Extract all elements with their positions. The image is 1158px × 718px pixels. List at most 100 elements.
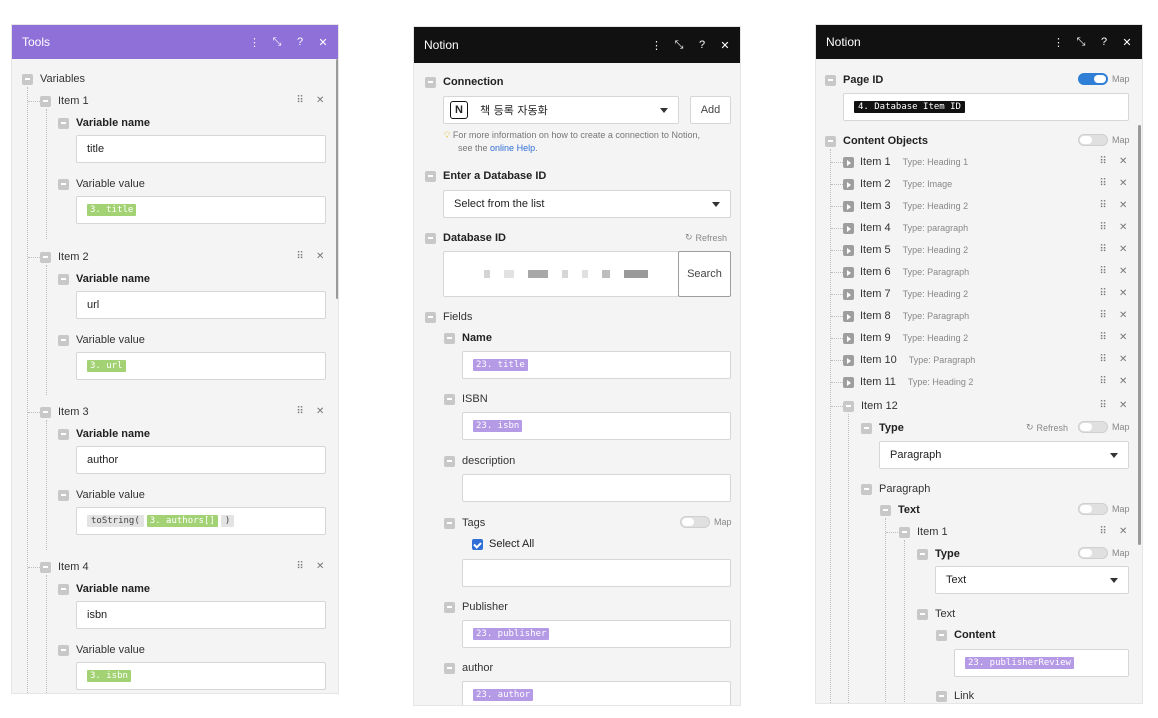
remove-icon[interactable]: ✕ (1119, 526, 1127, 537)
online-help-link[interactable]: online Help (490, 143, 535, 153)
content-input[interactable]: 23. publisherReview (954, 649, 1129, 677)
variable-name-input[interactable]: title (76, 135, 326, 163)
remove-icon[interactable]: ✕ (1119, 222, 1127, 233)
scrollbar[interactable] (336, 59, 338, 299)
list-item[interactable]: Item 8 Type: Paragraph (843, 310, 969, 322)
close-icon[interactable]: ✕ (720, 39, 730, 52)
drag-handle-icon[interactable]: ⠿ (1099, 222, 1107, 233)
collapse-checkbox[interactable] (861, 483, 872, 495)
collapse-checkbox[interactable] (917, 548, 928, 560)
list-item[interactable]: Item 11 Type: Heading 2 (843, 376, 973, 388)
scrollbar[interactable] (1138, 125, 1141, 545)
collapse-checkbox[interactable] (861, 422, 872, 434)
enter-db-select[interactable]: Select from the list (443, 190, 731, 218)
mapped-value-pill[interactable]: 4. Database Item ID (854, 101, 965, 113)
remove-icon[interactable]: ✕ (1119, 288, 1127, 299)
expand-icon[interactable] (843, 156, 854, 168)
list-item[interactable]: Item 6 Type: Paragraph (843, 266, 969, 278)
remove-icon[interactable]: ✕ (1119, 354, 1127, 365)
help-icon[interactable]: ? (295, 36, 305, 48)
variable-value-input[interactable]: 3. isbn (76, 662, 326, 690)
collapse-checkbox[interactable] (58, 489, 69, 501)
isbn-input[interactable]: 23. isbn (462, 412, 731, 440)
expand-icon[interactable] (843, 376, 854, 388)
list-item[interactable]: Item 3 (40, 406, 89, 418)
description-input[interactable] (462, 474, 731, 502)
drag-handle-icon[interactable]: ⠿ (1099, 156, 1107, 167)
list-item[interactable]: Item 10 Type: Paragraph (843, 354, 975, 366)
collapse-checkbox[interactable] (936, 629, 947, 641)
variable-name-input[interactable]: isbn (76, 601, 326, 629)
collapse-checkbox[interactable] (425, 232, 436, 244)
remove-icon[interactable]: ✕ (1119, 400, 1127, 411)
function-pill[interactable]: toString( (87, 515, 144, 527)
drag-handle-icon[interactable]: ⠿ (1099, 332, 1107, 343)
list-item[interactable]: Item 1 Type: Heading 1 (843, 156, 968, 168)
drag-handle-icon[interactable]: ⠿ (1099, 244, 1107, 255)
mapped-value-pill[interactable]: 3. url (87, 360, 126, 372)
collapse-checkbox[interactable] (936, 690, 947, 702)
author-input[interactable]: 23. author (462, 681, 731, 705)
drag-handle-icon[interactable]: ⠿ (1099, 178, 1107, 189)
collapse-checkbox[interactable] (58, 117, 69, 129)
list-item[interactable]: Item 4 Type: paragraph (843, 222, 968, 234)
list-item[interactable]: Item 3 Type: Heading 2 (843, 200, 968, 212)
mapped-value-pill[interactable]: 23. title (473, 359, 528, 371)
collapse-checkbox[interactable] (58, 583, 69, 595)
remove-icon[interactable]: ✕ (1119, 376, 1127, 387)
collapse-checkbox[interactable] (825, 135, 836, 147)
remove-icon[interactable]: ✕ (1119, 156, 1127, 167)
map-toggle[interactable] (1078, 503, 1108, 515)
remove-icon[interactable]: ✕ (316, 95, 324, 106)
collapse-checkbox[interactable] (843, 400, 854, 412)
list-item[interactable]: Item 7 Type: Heading 2 (843, 288, 968, 300)
drag-handle-icon[interactable]: ⠿ (296, 251, 304, 262)
page-id-input[interactable]: 4. Database Item ID (843, 93, 1129, 121)
map-toggle[interactable] (1078, 547, 1108, 559)
mapped-value-pill[interactable]: 23. publisherReview (965, 657, 1074, 669)
map-toggle[interactable] (1078, 421, 1108, 433)
expand-icon[interactable] (843, 354, 854, 366)
close-icon[interactable]: ✕ (318, 36, 328, 49)
text-type-select[interactable]: Text (935, 566, 1129, 594)
collapse-checkbox[interactable] (444, 662, 455, 674)
refresh-button[interactable]: ↻ Refresh (685, 232, 727, 243)
connection-select[interactable]: N 책 등록 자동화 (443, 96, 679, 124)
drag-handle-icon[interactable]: ⠿ (296, 95, 304, 106)
remove-icon[interactable]: ✕ (316, 561, 324, 572)
expand-icon[interactable] (843, 332, 854, 344)
publisher-input[interactable]: 23. publisher (462, 620, 731, 648)
collapse-checkbox[interactable] (58, 178, 69, 190)
type-select[interactable]: Paragraph (879, 441, 1129, 469)
mapped-value-pill[interactable]: 3. title (87, 204, 137, 216)
variable-name-input[interactable]: url (76, 291, 326, 319)
collapse-checkbox[interactable] (444, 601, 455, 613)
remove-icon[interactable]: ✕ (1119, 266, 1127, 277)
drag-handle-icon[interactable]: ⠿ (296, 406, 304, 417)
list-item[interactable]: Item 1 (899, 526, 948, 538)
collapse-checkbox[interactable] (899, 526, 910, 538)
collapse-checkbox[interactable] (58, 428, 69, 440)
drag-handle-icon[interactable]: ⠿ (1099, 526, 1107, 537)
collapse-checkbox[interactable] (58, 273, 69, 285)
collapse-checkbox[interactable] (58, 334, 69, 346)
collapse-checkbox[interactable] (40, 561, 51, 573)
list-item[interactable]: Item 1 (40, 95, 89, 107)
map-toggle[interactable] (1078, 134, 1108, 146)
remove-icon[interactable]: ✕ (1119, 178, 1127, 189)
list-item[interactable]: Item 5 Type: Heading 2 (843, 244, 968, 256)
map-toggle[interactable] (680, 516, 710, 528)
drag-handle-icon[interactable]: ⠿ (296, 561, 304, 572)
list-item[interactable]: Item 12 (843, 400, 898, 412)
search-button[interactable]: Search (678, 251, 731, 297)
mapped-value-pill[interactable]: 23. isbn (473, 420, 523, 432)
variables-section[interactable]: Variables (22, 73, 85, 85)
mapped-value-pill[interactable]: 3. authors[] (146, 515, 218, 527)
expand-icon[interactable] (843, 178, 854, 190)
variable-value-input[interactable]: 3. title (76, 196, 326, 224)
more-icon[interactable]: ⋮ (1053, 36, 1064, 49)
drag-handle-icon[interactable]: ⠿ (1099, 376, 1107, 387)
drag-handle-icon[interactable]: ⠿ (1099, 288, 1107, 299)
variable-value-input[interactable]: 3. url (76, 352, 326, 380)
remove-icon[interactable]: ✕ (316, 406, 324, 417)
